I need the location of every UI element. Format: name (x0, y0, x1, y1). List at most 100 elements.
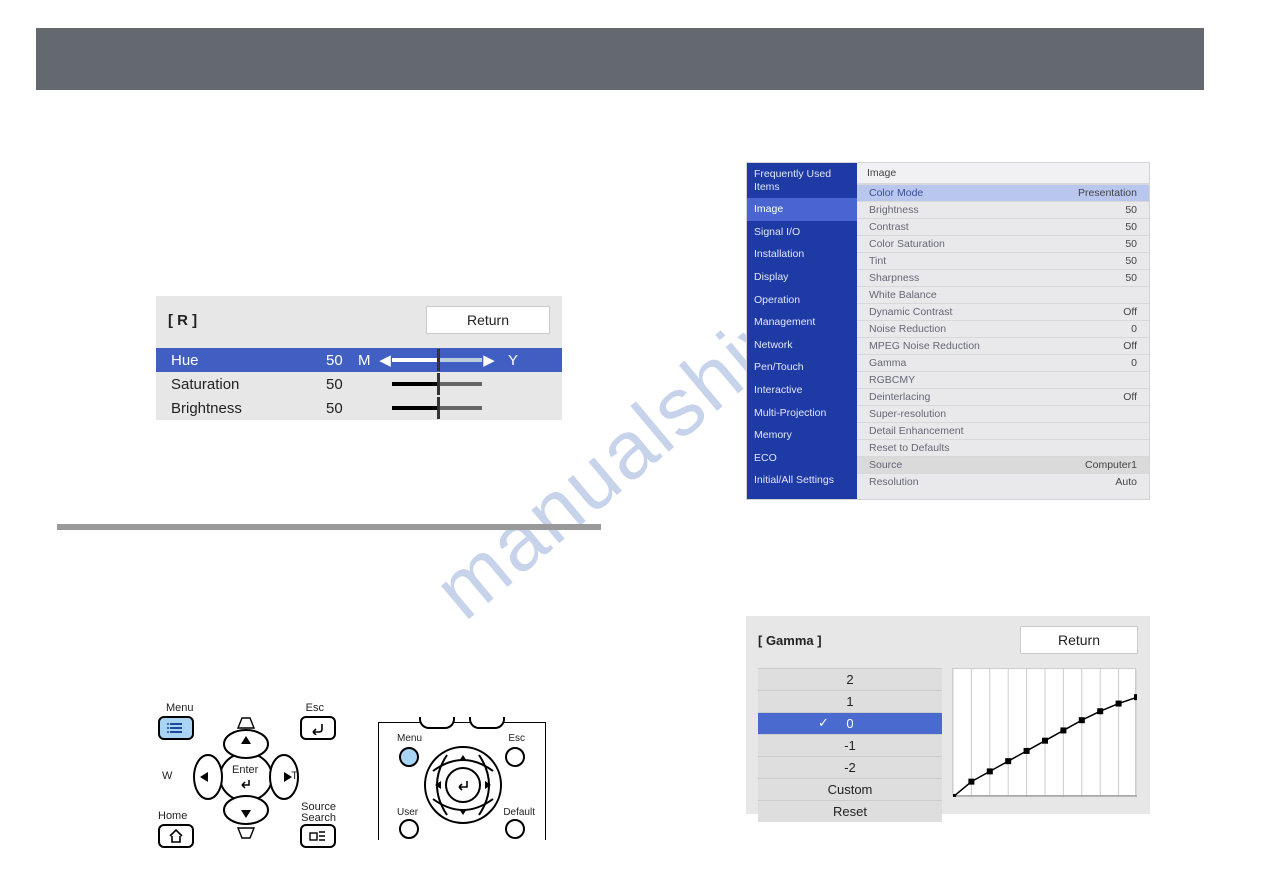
menu-button[interactable] (158, 716, 194, 740)
menu-row[interactable]: Color Saturation50 (857, 235, 1149, 252)
remote-b-user-button[interactable] (399, 819, 419, 839)
slider[interactable] (392, 357, 482, 363)
menu-row-key: Contrast (869, 221, 1125, 233)
gamma-option[interactable]: -1 (758, 734, 942, 756)
remote-a-w-label: W (162, 770, 172, 782)
menu-row-value: 50 (1125, 255, 1137, 267)
sidebar-item[interactable]: Frequently Used Items (747, 163, 857, 198)
sidebar-item[interactable]: Image (747, 198, 857, 221)
menu-row-key: Color Saturation (869, 238, 1125, 250)
sidebar-item[interactable]: Operation (747, 289, 857, 312)
remote-a-dpad[interactable] (190, 728, 302, 826)
menu-row[interactable]: RGBCMY (857, 371, 1149, 388)
remote-b-esc-label: Esc (508, 733, 525, 744)
page-header-bar (36, 28, 1204, 90)
remote-a-esc-label: Esc (306, 702, 324, 714)
back-arrow-icon (309, 721, 327, 735)
menu-row-key: Resolution (869, 476, 1115, 488)
menu-row[interactable]: Gamma0 (857, 354, 1149, 371)
menu-row[interactable]: SourceComputer1 (857, 456, 1149, 473)
remote-b-top-pill-right[interactable] (469, 717, 505, 729)
menu-row-key: Reset to Defaults (869, 442, 1137, 454)
menu-right-pane: Image Color ModePresentationBrightness50… (857, 163, 1149, 499)
sidebar-item[interactable]: Network (747, 334, 857, 357)
menu-row[interactable]: ResolutionAuto (857, 473, 1149, 490)
r-row-brightness[interactable]: Brightness50 (156, 396, 562, 420)
remote-diagram-a: Menu Esc Enter W T Home Source Search (158, 702, 336, 842)
r-row-hue[interactable]: Hue50M◀▶Y (156, 348, 562, 372)
divider-rule (57, 524, 601, 530)
menu-row-value: Computer1 (1085, 459, 1137, 471)
menu-row[interactable]: Reset to Defaults (857, 439, 1149, 456)
list-icon (167, 722, 185, 734)
remote-a-home-label: Home (158, 810, 187, 822)
gamma-option[interactable]: Custom (758, 778, 942, 800)
gamma-title: [ Gamma ] (758, 633, 1020, 648)
slider[interactable] (392, 381, 482, 387)
gamma-option[interactable]: -2 (758, 756, 942, 778)
menu-row-key: Sharpness (869, 272, 1125, 284)
menu-row-key: Brightness (869, 204, 1125, 216)
menu-row[interactable]: Super-resolution (857, 405, 1149, 422)
menu-row-key: Source (869, 459, 1085, 471)
menu-row[interactable]: Noise Reduction0 (857, 320, 1149, 337)
sidebar-item[interactable]: Installation (747, 243, 857, 266)
menu-row-value: Off (1123, 340, 1137, 352)
menu-row-key: Noise Reduction (869, 323, 1131, 335)
esc-button[interactable] (300, 716, 336, 740)
menu-row[interactable]: DeinterlacingOff (857, 388, 1149, 405)
sidebar-item[interactable]: ECO (747, 447, 857, 470)
row-value: 50 (326, 376, 358, 393)
rgbcmy-r-panel: [ R ] Return Hue50M◀▶YSaturation50Bright… (156, 296, 562, 420)
menu-row[interactable]: Brightness50 (857, 201, 1149, 218)
menu-row[interactable]: Color ModePresentation (857, 184, 1149, 201)
sidebar-item[interactable]: Memory (747, 424, 857, 447)
menu-right-header: Image (857, 163, 1149, 184)
home-icon (168, 829, 184, 843)
gamma-option[interactable]: 1 (758, 690, 942, 712)
return-button[interactable]: Return (426, 306, 550, 334)
r-panel-title: [ R ] (168, 312, 426, 329)
menu-row[interactable]: Dynamic ContrastOff (857, 303, 1149, 320)
menu-row[interactable]: Detail Enhancement (857, 422, 1149, 439)
menu-row-key: Tint (869, 255, 1125, 267)
sidebar-item[interactable]: Initial/All Settings (747, 469, 857, 492)
trapezoid-down-icon (232, 826, 260, 840)
check-icon: ✓ (818, 715, 829, 731)
remote-a-source-search-label: Source Search (301, 802, 336, 824)
sidebar-item[interactable]: Display (747, 266, 857, 289)
slider[interactable] (392, 405, 482, 411)
menu-row-value: 50 (1125, 238, 1137, 250)
menu-row[interactable]: White Balance (857, 286, 1149, 303)
image-settings-menu: Frequently Used ItemsImageSignal I/OInst… (746, 162, 1150, 500)
gamma-option[interactable]: Reset (758, 800, 942, 822)
row-left-letter: M (358, 352, 378, 369)
remote-b-menu-button[interactable] (399, 747, 419, 767)
remote-b-top-pill-left[interactable] (419, 717, 455, 729)
remote-b-dpad[interactable] (417, 741, 509, 829)
source-search-icon (309, 829, 327, 843)
r-row-saturation[interactable]: Saturation50 (156, 372, 562, 396)
triangle-right-icon: ▶ (482, 351, 496, 369)
gamma-option[interactable]: ✓0 (758, 712, 942, 734)
menu-row[interactable]: Sharpness50 (857, 269, 1149, 286)
menu-row-value: Off (1123, 306, 1137, 318)
source-search-button[interactable] (300, 824, 336, 848)
menu-row-key: Super-resolution (869, 408, 1137, 420)
sidebar-item[interactable]: Pen/Touch (747, 356, 857, 379)
menu-row[interactable]: MPEG Noise ReductionOff (857, 337, 1149, 354)
remote-a-enter-label: Enter (232, 764, 258, 776)
menu-row[interactable]: Contrast50 (857, 218, 1149, 235)
row-label: Hue (171, 352, 326, 369)
gamma-option[interactable]: 2 (758, 668, 942, 690)
sidebar-item[interactable]: Interactive (747, 379, 857, 402)
sidebar-item[interactable]: Signal I/O (747, 221, 857, 244)
remote-a-menu-label: Menu (166, 702, 194, 714)
sidebar-item[interactable]: Management (747, 311, 857, 334)
sidebar-item[interactable]: Multi-Projection (747, 402, 857, 425)
home-button[interactable] (158, 824, 194, 848)
row-value: 50 (326, 400, 358, 417)
gamma-return-button[interactable]: Return (1020, 626, 1138, 654)
menu-row[interactable]: Tint50 (857, 252, 1149, 269)
menu-row-value: 50 (1125, 204, 1137, 216)
